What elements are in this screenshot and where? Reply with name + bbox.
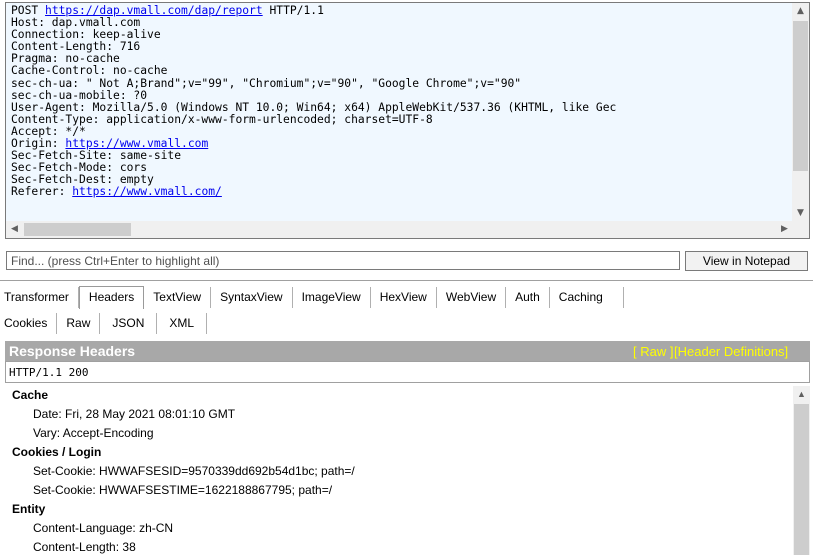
- tab-auth[interactable]: Auth: [506, 287, 550, 308]
- scrollbar-thumb[interactable]: [793, 21, 808, 171]
- header-group-cache[interactable]: Cache: [5, 386, 810, 405]
- scroll-left-icon[interactable]: ◀: [6, 221, 23, 238]
- tab-syntaxview[interactable]: SyntaxView: [211, 287, 293, 308]
- raw-request-pane[interactable]: POST https://dap.vmall.com/dap/report HT…: [5, 2, 810, 239]
- header-item[interactable]: Set-Cookie: HWWAFSESID=9570339dd692b54d1…: [5, 462, 810, 481]
- origin-label: Origin:: [11, 137, 66, 151]
- header-item[interactable]: Content-Language: zh-CN: [5, 519, 810, 538]
- tab-raw[interactable]: Raw: [57, 313, 101, 334]
- header-item[interactable]: Vary: Accept-Encoding: [5, 424, 810, 443]
- view-in-notepad-button[interactable]: View in Notepad: [685, 251, 808, 271]
- request-header-line: Host: dap.vmall.com: [11, 16, 141, 30]
- scrollbar-corner: [792, 221, 809, 238]
- request-header-line: sec-ch-ua: " Not A;Brand";v="99", "Chrom…: [11, 76, 522, 90]
- header-group-cookies-login[interactable]: Cookies / Login: [5, 443, 810, 462]
- tab-xml[interactable]: XML: [157, 313, 208, 334]
- tab-json[interactable]: JSON: [100, 313, 158, 334]
- tab-cookies[interactable]: Cookies: [0, 313, 58, 334]
- request-header-line: Content-Length: 716: [11, 40, 141, 54]
- request-vertical-scrollbar[interactable]: ▲ ▼: [792, 3, 809, 222]
- request-header-line: Sec-Fetch-Dest: empty: [11, 173, 154, 187]
- header-definitions-link[interactable]: [Header Definitions]: [674, 344, 788, 359]
- request-header-line: sec-ch-ua-mobile: ?0: [11, 88, 148, 102]
- request-header-line: Cache-Control: no-cache: [11, 64, 168, 78]
- scrollbar-thumb[interactable]: [24, 223, 131, 236]
- response-status-line: HTTP/1.1 200: [5, 361, 810, 383]
- response-headers-title: Response Headers: [9, 343, 136, 359]
- tab-webview[interactable]: WebView: [437, 287, 507, 308]
- request-horizontal-scrollbar[interactable]: ◀ ▶: [6, 221, 793, 238]
- header-item[interactable]: Content-Length: 38: [5, 538, 810, 555]
- request-header-line: Connection: keep-alive: [11, 28, 161, 42]
- scrollbar-thumb[interactable]: [794, 404, 809, 555]
- request-header-line: User-Agent: Mozilla/5.0 (Windows NT 10.0…: [11, 100, 617, 114]
- tab-textview[interactable]: TextView: [144, 287, 212, 308]
- response-vertical-scrollbar[interactable]: ▲: [793, 386, 810, 555]
- tab-hexview[interactable]: HexView: [371, 287, 437, 308]
- tab-transformer[interactable]: Transformer: [0, 287, 79, 308]
- header-item[interactable]: Date: Fri, 28 May 2021 08:01:10 GMT: [5, 405, 810, 424]
- header-item[interactable]: Set-Cookie: HWWAFSESTIME=1622188867795; …: [5, 481, 810, 500]
- referer-url-link[interactable]: https://www.vmall.com/: [72, 185, 222, 198]
- find-input[interactable]: [6, 251, 680, 270]
- request-method: POST: [11, 4, 46, 17]
- request-header-line: Sec-Fetch-Mode: cors: [11, 161, 148, 175]
- scroll-up-icon[interactable]: ▲: [792, 3, 809, 20]
- request-header-line: Sec-Fetch-Site: same-site: [11, 149, 182, 163]
- inspector-tabs-row-1: Transformer Headers TextView SyntaxView …: [0, 286, 624, 309]
- tab-headers[interactable]: Headers: [78, 286, 145, 309]
- response-headers-title-bar: Response Headers [ Raw ] [Header Definit…: [5, 341, 810, 361]
- raw-link[interactable]: [ Raw ]: [633, 344, 673, 359]
- request-header-line: Content-Type: application/x-www-form-url…: [11, 112, 433, 126]
- request-url-link[interactable]: https://dap.vmall.com/dap/report: [45, 4, 263, 17]
- response-headers-tree[interactable]: Cache Date: Fri, 28 May 2021 08:01:10 GM…: [5, 386, 810, 555]
- header-group-entity[interactable]: Entity: [5, 500, 810, 519]
- raw-request-text[interactable]: POST https://dap.vmall.com/dap/report HT…: [6, 3, 793, 222]
- request-protocol: HTTP/1.1: [262, 4, 324, 17]
- pane-divider[interactable]: [0, 280, 813, 281]
- request-header-line: Pragma: no-cache: [11, 52, 120, 66]
- tab-caching[interactable]: Caching: [550, 287, 624, 308]
- tab-imageview[interactable]: ImageView: [293, 287, 371, 308]
- scroll-up-icon[interactable]: ▲: [793, 386, 810, 403]
- referer-label: Referer:: [11, 185, 73, 199]
- scroll-down-icon[interactable]: ▼: [792, 205, 809, 222]
- scroll-right-icon[interactable]: ▶: [776, 221, 793, 238]
- inspector-tabs-row-2: Cookies Raw JSON XML: [0, 313, 208, 334]
- origin-url-link[interactable]: https://www.vmall.com: [65, 137, 208, 150]
- request-header-line: Accept: */*: [11, 124, 86, 138]
